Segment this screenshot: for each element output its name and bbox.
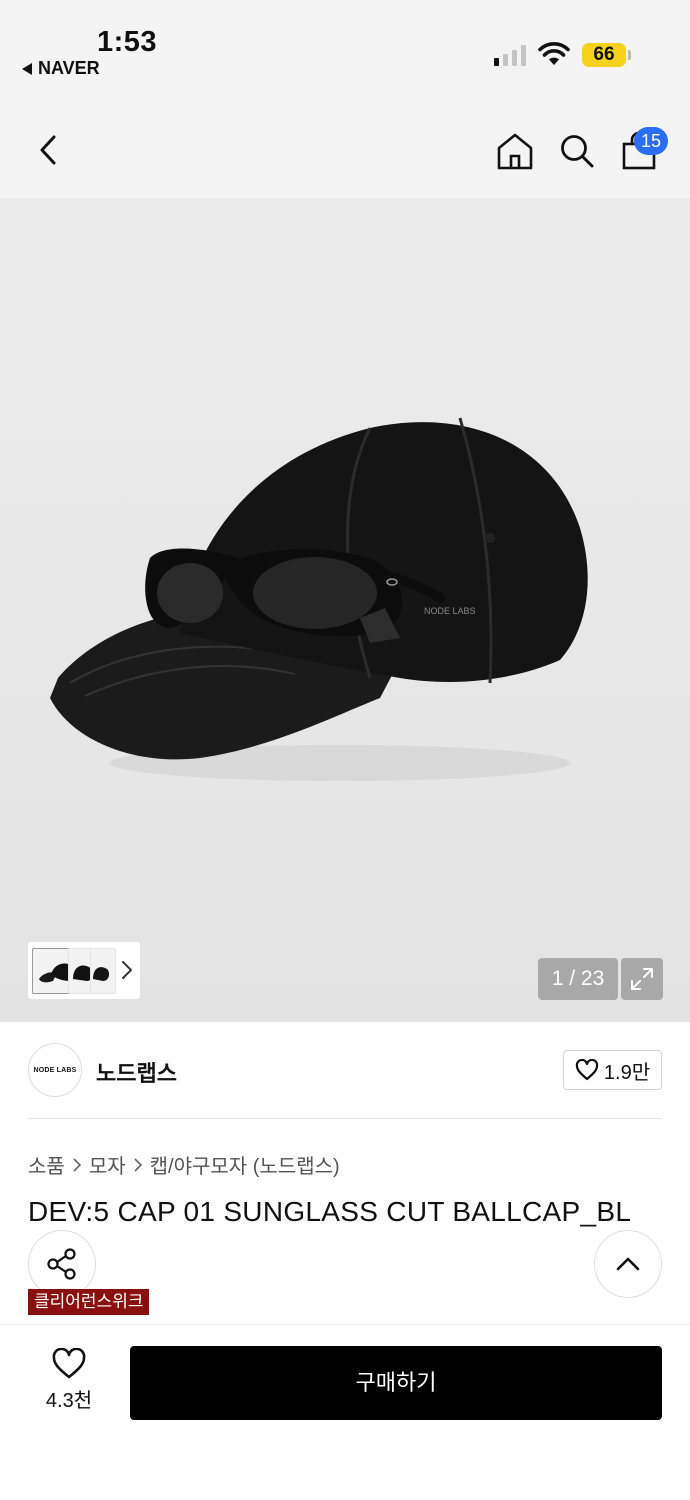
heart-icon (52, 1348, 86, 1379)
brand-like-count: 1.9만 (603, 1061, 651, 1084)
battery-tip (628, 50, 631, 60)
image-counter: 1 / 23 (538, 958, 618, 1000)
search-icon (561, 135, 594, 168)
brand-name-link[interactable]: 노드랩스 (96, 1056, 177, 1088)
wishlist-count: 4.3천 (45, 1390, 93, 1412)
product-title: DEV:5 CAP 01 SUNGLASS CUT BALLCAP_BL (28, 1196, 632, 1227)
chevron-left-icon (40, 135, 56, 165)
wishlist-button[interactable]: 4.3천 (32, 1348, 106, 1413)
home-button[interactable] (492, 128, 538, 174)
chevron-right-icon (134, 1157, 142, 1172)
share-button[interactable] (28, 1230, 96, 1298)
wifi-icon (538, 42, 570, 65)
share-icon (47, 1248, 76, 1280)
cart-count-badge: 15 (634, 127, 668, 155)
brand-logo[interactable]: NODE LABS (28, 1043, 82, 1097)
breadcrumb-item-hats[interactable]: 모자 (89, 1150, 126, 1179)
back-app-label: NAVER (38, 58, 100, 78)
home-icon (497, 133, 533, 170)
section-divider (28, 1118, 662, 1119)
back-triangle-icon (22, 62, 32, 75)
cap-brand-label: NODE LABS (424, 606, 476, 616)
thumbnail-cap-image (93, 967, 110, 981)
battery-indicator: 66 (582, 43, 626, 67)
chevron-up-icon (616, 1257, 640, 1271)
thumbnail-3[interactable] (90, 948, 116, 994)
breadcrumb-item-accessories[interactable]: 소품 (28, 1150, 65, 1179)
search-button[interactable] (554, 128, 600, 174)
top-nav-bar (0, 100, 690, 198)
back-button[interactable] (26, 128, 70, 172)
heart-icon (575, 1059, 599, 1081)
brand-logo-text: NODE LABS (33, 1066, 77, 1074)
expand-icon (631, 968, 653, 990)
product-image: NODE LABS (50, 417, 588, 781)
buy-button[interactable]: 구매하기 (130, 1346, 662, 1420)
chevron-right-icon[interactable] (120, 958, 134, 982)
scroll-to-top-button[interactable] (594, 1230, 662, 1298)
cellular-signal-icon (494, 44, 526, 66)
breadcrumb-item-caps[interactable]: 캡/야구모자 (노드랩스) (150, 1150, 340, 1179)
status-bar: 1:53 NAVER 66 (0, 0, 690, 100)
breadcrumb: 소품 모자 캡/야구모자 (노드랩스) (28, 1150, 340, 1179)
clearance-week-badge: 클리어런스위크 (28, 1289, 150, 1315)
status-time: 1:53 (97, 26, 158, 58)
fullscreen-button[interactable] (621, 958, 663, 1000)
thumbnail-strip[interactable] (28, 942, 140, 999)
product-gallery[interactable]: NODE LABS 1 / 23 (0, 198, 690, 1022)
back-to-app-link[interactable]: NAVER (22, 58, 100, 79)
chevron-right-icon (73, 1157, 81, 1172)
brand-like-button[interactable]: 1.9만 (563, 1050, 662, 1090)
